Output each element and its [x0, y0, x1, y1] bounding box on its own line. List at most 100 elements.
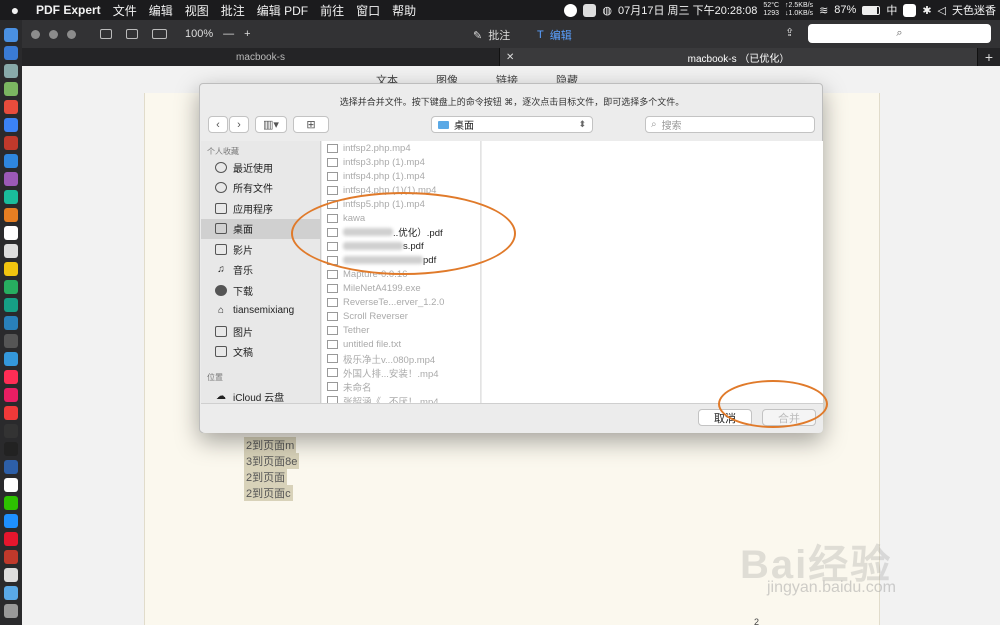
app-icon[interactable]: [4, 334, 18, 348]
weibo-icon[interactable]: [4, 532, 18, 546]
file-name: 张韶涵《...不厌！.mp4: [343, 396, 439, 403]
zoom-level[interactable]: 100%: [185, 28, 213, 40]
file-row[interactable]: pdf: [322, 253, 480, 267]
app-icon[interactable]: [4, 352, 18, 366]
finder-icon[interactable]: [4, 28, 18, 42]
tab-optimized[interactable]: ✕ macbook-s （已优化）: [500, 48, 978, 66]
menu-help[interactable]: 帮助: [386, 2, 422, 19]
app-icon[interactable]: [4, 568, 18, 582]
sidebar-item-all-files[interactable]: 所有文件: [201, 178, 320, 199]
sidebar-item-icloud[interactable]: ☁ iCloud 云盘: [201, 386, 320, 403]
app-icon[interactable]: [4, 550, 18, 564]
app-icon[interactable]: [4, 154, 18, 168]
app-icon[interactable]: [4, 442, 18, 456]
dialog-search-input[interactable]: ⌕ 搜索: [645, 116, 815, 133]
qq-icon[interactable]: [564, 3, 578, 17]
net-speed[interactable]: ↑2.5KB/s ↓1.0KB/s: [785, 2, 813, 18]
sidebar-item-downloads[interactable]: 下载: [201, 280, 320, 301]
zoom-in-button[interactable]: +: [244, 28, 250, 40]
cpu-temp[interactable]: 52°C 1293: [763, 2, 779, 18]
app-icon[interactable]: [4, 172, 18, 186]
sidebar-item-music[interactable]: ♫ 音乐: [201, 260, 320, 281]
minimize-button[interactable]: [49, 29, 58, 39]
share-icon[interactable]: ⇪: [785, 26, 794, 39]
app-icon[interactable]: [4, 298, 18, 312]
vivaldi-icon[interactable]: [4, 406, 18, 420]
sidebar-item-home[interactable]: ⌂ tiansemixiang: [201, 301, 320, 322]
grid-view-icon[interactable]: [126, 29, 138, 39]
wechat-icon[interactable]: [4, 496, 18, 510]
sidebar-item-documents[interactable]: 文稿: [201, 342, 320, 363]
app-icon[interactable]: [4, 424, 18, 438]
skype-icon[interactable]: [583, 3, 597, 17]
close-tab-icon[interactable]: ✕: [506, 52, 514, 63]
android-icon[interactable]: [4, 82, 18, 96]
sogou-icon[interactable]: [903, 3, 917, 17]
battery-percent[interactable]: 87%: [834, 4, 856, 16]
app-icon[interactable]: [4, 316, 18, 330]
app-icon[interactable]: [4, 118, 18, 132]
menu-file[interactable]: 文件: [107, 2, 143, 19]
app-icon[interactable]: [4, 190, 18, 204]
edit-tool[interactable]: T 编辑: [537, 27, 572, 43]
toolbar-search[interactable]: ⌕: [808, 24, 991, 43]
file-row[interactable]: ..优化）.pdf: [322, 225, 480, 239]
view-mode-button[interactable]: ▥▾: [255, 116, 287, 133]
yandex-icon[interactable]: [4, 478, 18, 492]
app-icon[interactable]: [4, 244, 18, 258]
safari-icon[interactable]: [4, 46, 18, 60]
annotate-tool[interactable]: ✎ 批注: [473, 27, 510, 43]
close-button[interactable]: [31, 29, 40, 39]
sidebar-toggle-icon[interactable]: [100, 29, 112, 39]
rocket-icon[interactable]: [4, 64, 18, 78]
trash-icon[interactable]: [4, 604, 18, 618]
dialog-toolbar: ‹ › ▥▾ ⊞ 桌面 ⬍ ⌕ 搜索: [200, 114, 824, 136]
menu-edit-pdf[interactable]: 编辑 PDF: [251, 2, 314, 19]
app-icon[interactable]: [4, 136, 18, 150]
user-name[interactable]: 天色迷香: [952, 2, 996, 18]
new-tab-button[interactable]: +: [978, 48, 1000, 66]
app-icon[interactable]: [4, 262, 18, 276]
back-button[interactable]: ‹: [208, 116, 228, 133]
sound-icon[interactable]: ◁: [938, 4, 946, 17]
app-icon[interactable]: [4, 388, 18, 402]
file-row: intfsp4.php (1).mp4: [322, 169, 480, 183]
menu-annotate[interactable]: 批注: [215, 2, 251, 19]
zoom-button[interactable]: [67, 29, 76, 39]
app-icon[interactable]: [4, 280, 18, 294]
menu-window[interactable]: 窗口: [350, 2, 386, 19]
menu-go[interactable]: 前往: [314, 2, 350, 19]
pen-icon: ✎: [473, 29, 483, 42]
music-app-icon[interactable]: [4, 370, 18, 384]
battery-icon[interactable]: [862, 5, 881, 15]
sidebar-item-recent[interactable]: 最近使用: [201, 157, 320, 178]
input-method[interactable]: 中: [886, 2, 897, 18]
file-row[interactable]: s.pdf: [322, 239, 480, 253]
tab-original[interactable]: macbook-s: [22, 48, 500, 66]
app-icon[interactable]: [4, 460, 18, 474]
globe-icon[interactable]: ◍: [602, 4, 612, 17]
new-folder-button[interactable]: ⊞: [293, 116, 329, 133]
apple-icon[interactable]: ●: [0, 2, 30, 18]
bluetooth-icon[interactable]: ✱: [922, 4, 931, 17]
menu-app-name[interactable]: PDF Expert: [30, 3, 107, 17]
zoom-out-button[interactable]: —: [223, 28, 234, 40]
folder-icon[interactable]: [4, 586, 18, 600]
wifi-icon[interactable]: ≋: [819, 4, 828, 17]
sidebar-item-movies[interactable]: 影片: [201, 239, 320, 260]
menu-view[interactable]: 视图: [179, 2, 215, 19]
chrome-icon[interactable]: [4, 100, 18, 114]
clock[interactable]: 07月17日 周三 下午20:28:08: [618, 2, 757, 18]
page-view-icon[interactable]: [152, 29, 167, 39]
sidebar-item-applications[interactable]: 应用程序: [201, 198, 320, 219]
merge-button[interactable]: 合并: [762, 409, 816, 426]
location-popup[interactable]: 桌面 ⬍: [431, 116, 593, 133]
cancel-button[interactable]: 取消: [698, 409, 752, 426]
sidebar-item-desktop[interactable]: 桌面: [201, 218, 320, 239]
sidebar-item-pictures[interactable]: 图片: [201, 321, 320, 342]
app-icon[interactable]: [4, 514, 18, 528]
forward-button[interactable]: ›: [229, 116, 249, 133]
calendar-icon[interactable]: [4, 226, 18, 240]
app-icon[interactable]: [4, 208, 18, 222]
menu-edit[interactable]: 编辑: [143, 2, 179, 19]
